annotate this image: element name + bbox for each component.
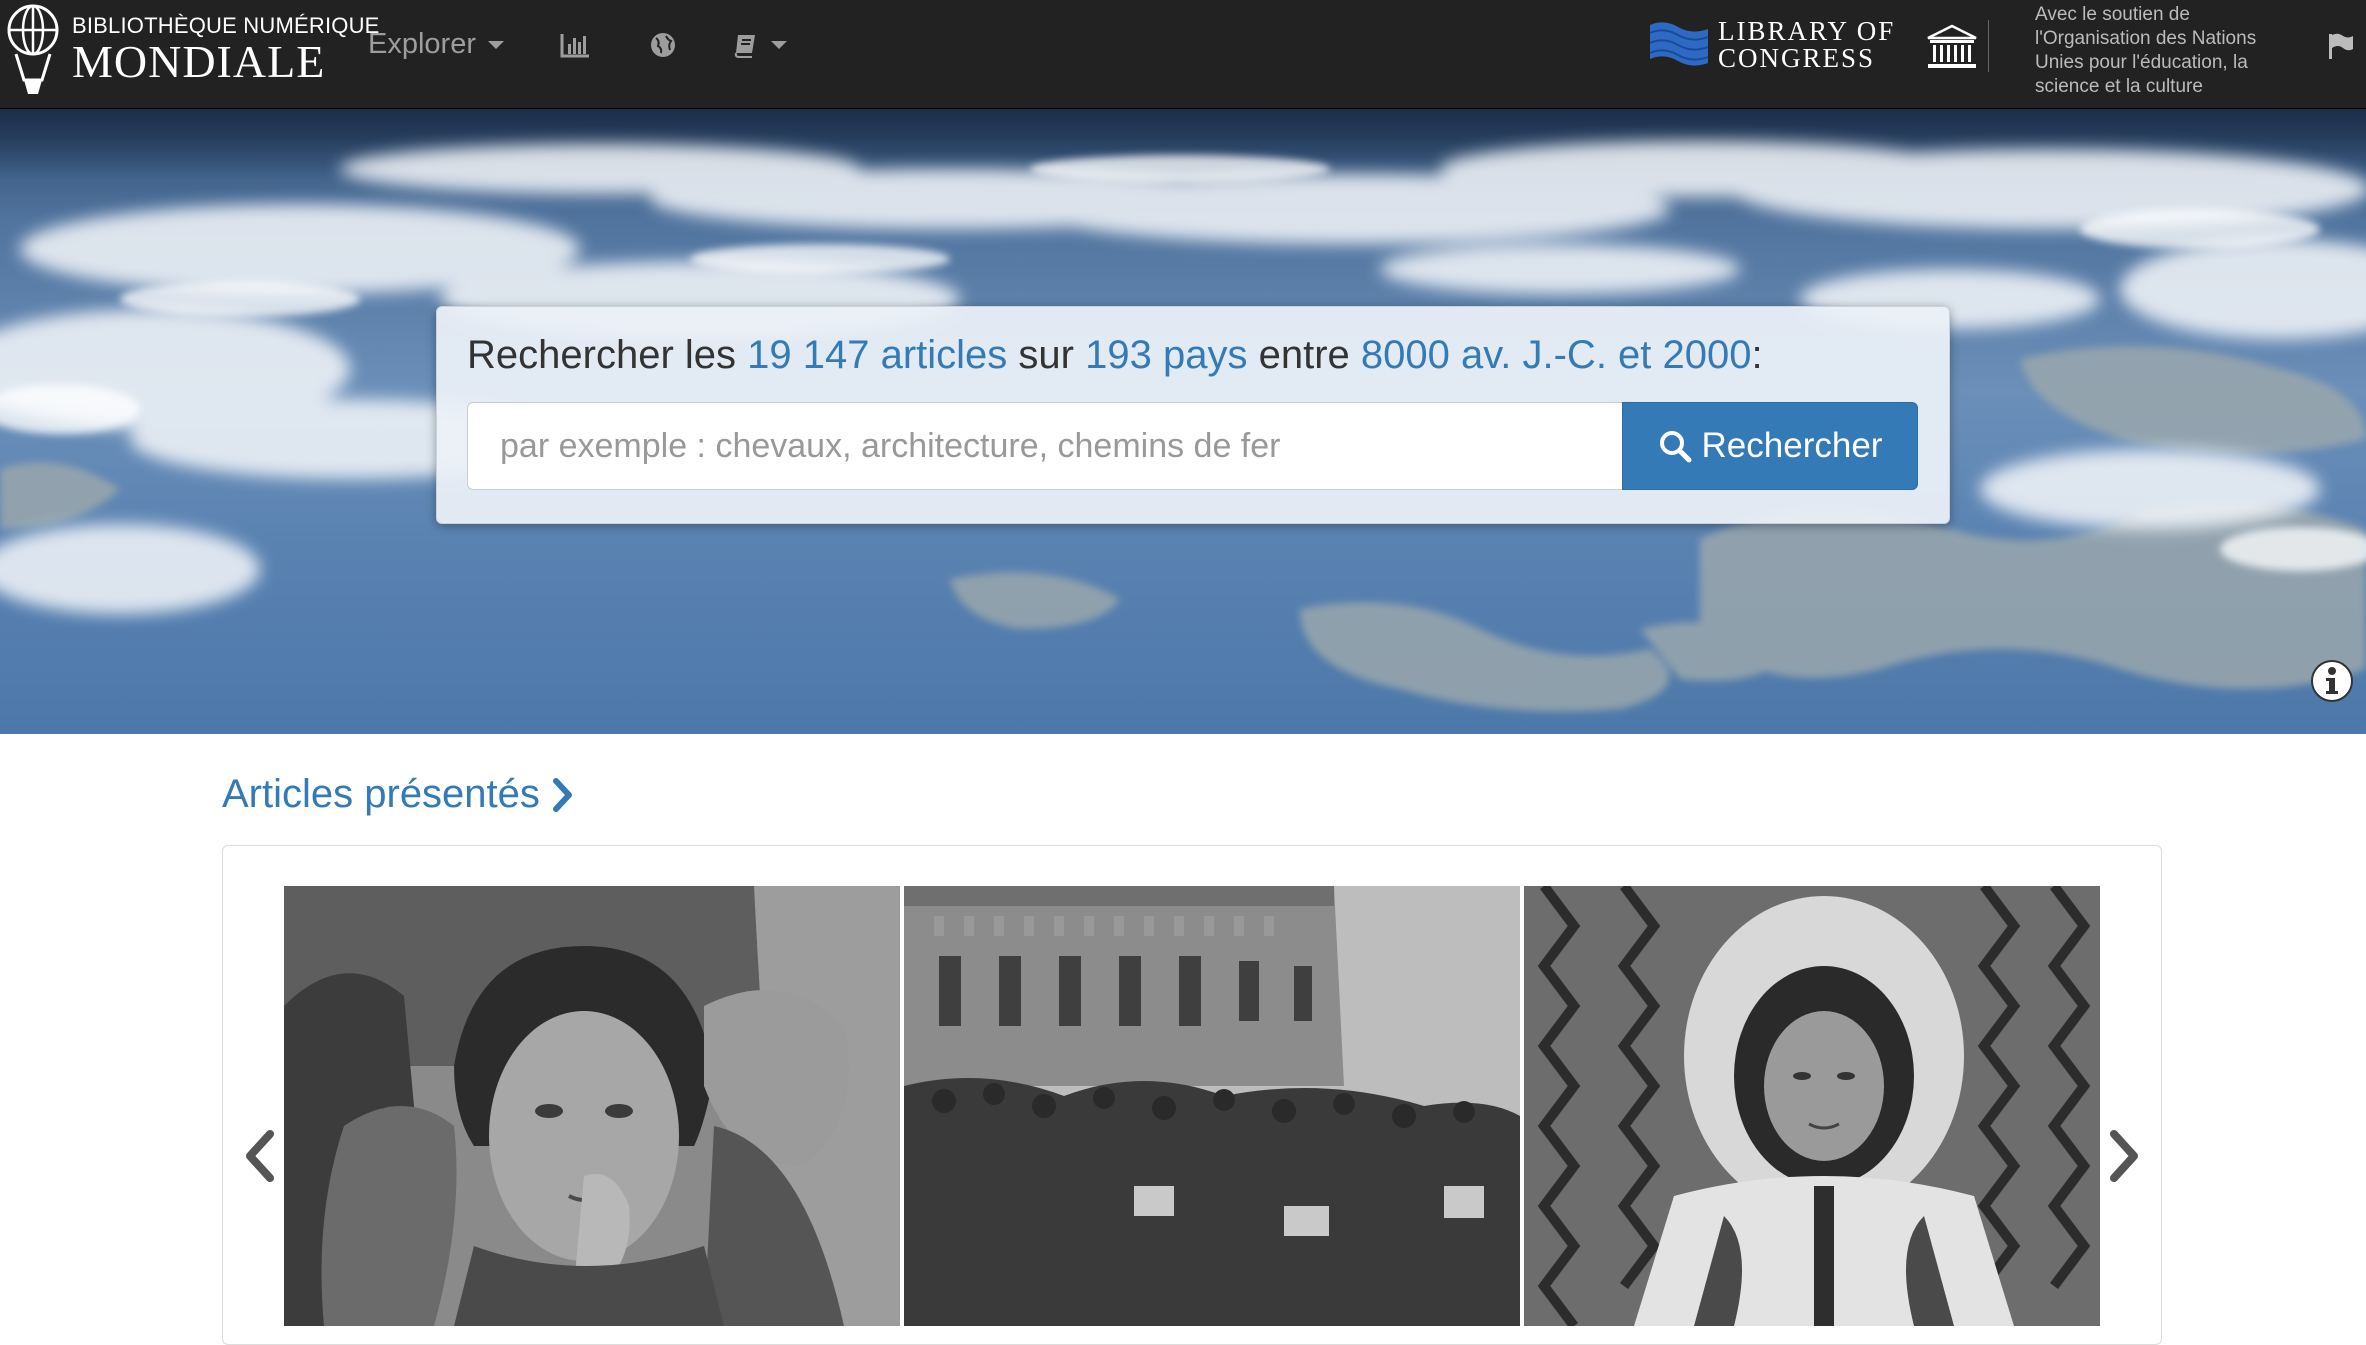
explorer-label: Explorer <box>368 28 476 60</box>
heading-entre: entre <box>1258 333 1350 377</box>
photo-girl-fur-parka <box>1524 886 2100 1326</box>
featured-title: Articles présentés <box>222 772 540 816</box>
loc-line1: LIBRARY OF <box>1718 16 1896 46</box>
globe-icon[interactable] <box>650 32 676 58</box>
explorer-dropdown[interactable]: Explorer <box>368 28 504 61</box>
search-panel: Rechercher les 19 147 articles sur 193 p… <box>436 306 1950 524</box>
divider <box>1988 20 1989 72</box>
carousel-prev-button[interactable] <box>242 1128 276 1189</box>
brand-subtitle: BIBLIOTHÈQUE NUMÉRIQUE <box>72 13 380 38</box>
chevron-right-icon <box>2110 1130 2138 1182</box>
featured-item-3[interactable] <box>1524 886 2100 1326</box>
photo-migrant-mother <box>284 886 900 1326</box>
info-icon[interactable] <box>2310 659 2354 708</box>
caret-down-icon <box>771 41 787 49</box>
loc-line2: CONGRESS <box>1718 43 1876 73</box>
flag-icon[interactable] <box>2326 32 2354 65</box>
countries-count-link[interactable]: 193 pays <box>1085 333 1247 377</box>
search-input[interactable] <box>467 402 1622 490</box>
unesco-logo-icon[interactable] <box>1924 24 1980 77</box>
chevron-left-icon <box>246 1130 274 1182</box>
chevron-right-icon <box>552 777 572 812</box>
articles-count-link[interactable]: 19 147 articles <box>747 333 1007 377</box>
search-icon <box>1659 431 1692 463</box>
carousel-next-button[interactable] <box>2108 1128 2142 1189</box>
hero-earth-banner: Rechercher les 19 147 articles sur 193 p… <box>0 109 2366 734</box>
featured-item-2[interactable] <box>904 886 1520 1326</box>
heading-sur: sur <box>1018 333 1074 377</box>
book-dropdown[interactable] <box>733 32 787 58</box>
search-button-label: Rechercher <box>1701 426 1883 465</box>
site-logo[interactable]: BIBLIOTHÈQUE NUMÉRIQUE MONDIALE <box>4 2 380 98</box>
book-icon <box>734 35 755 58</box>
globe-logo-icon <box>7 4 59 94</box>
bar-chart-icon[interactable] <box>560 32 590 58</box>
date-range-link[interactable]: 8000 av. J.-C. et 2000 <box>1361 333 1752 377</box>
featured-articles-link[interactable]: Articles présentés <box>222 772 574 817</box>
top-navbar: BIBLIOTHÈQUE NUMÉRIQUE MONDIALE Explorer <box>0 0 2366 109</box>
brand-title: MONDIALE <box>72 36 326 87</box>
search-heading: Rechercher les 19 147 articles sur 193 p… <box>467 333 1763 378</box>
heading-colon: : <box>1751 333 1763 377</box>
caret-down-icon <box>488 40 504 49</box>
heading-prefix: Rechercher les <box>467 333 737 377</box>
library-of-congress-logo[interactable]: LIBRARY OF CONGRESS <box>1648 18 1895 72</box>
featured-item-1[interactable] <box>284 886 900 1326</box>
unesco-support-text: Avec le soutien de l'Organisation des Na… <box>2035 4 2257 97</box>
photo-crowd-building <box>904 886 1520 1326</box>
library-of-congress-flag-icon <box>1649 22 1709 66</box>
search-button[interactable]: Rechercher <box>1622 402 1918 490</box>
